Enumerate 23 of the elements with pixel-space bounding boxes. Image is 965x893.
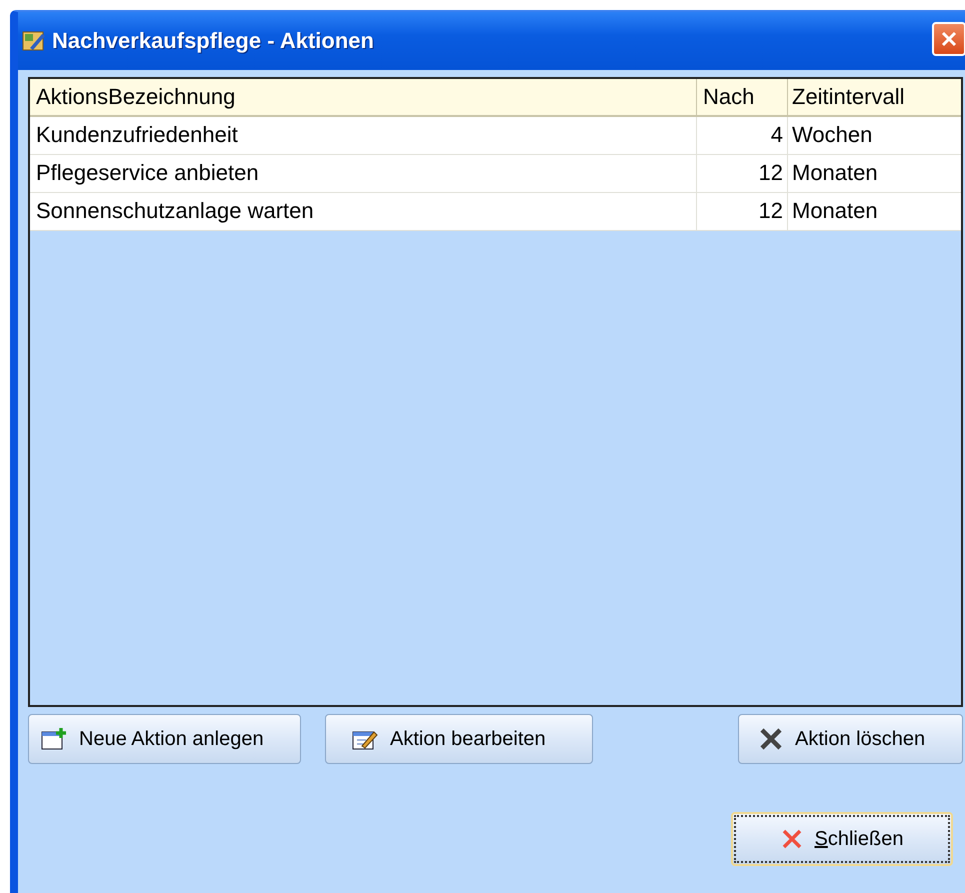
close-icon (780, 828, 803, 850)
delete-icon (759, 727, 783, 751)
column-header[interactable]: Zeitintervall (788, 79, 961, 117)
table-cell: 12 (697, 155, 788, 193)
window-title: Nachverkaufspflege - Aktionen (52, 28, 374, 54)
folder-plus-icon (41, 727, 67, 751)
table-cell: Kundenzufriedenheit (30, 117, 697, 155)
table-cell: Monaten (788, 155, 961, 193)
table-cell: Monaten (788, 193, 961, 231)
close-button[interactable] (932, 22, 965, 56)
table-cell: Sonnenschutzanlage warten (30, 193, 697, 231)
app-icon (22, 30, 46, 52)
delete-action-button[interactable]: Aktion löschen (738, 714, 963, 764)
table-cell: Pflegeservice anbieten (30, 155, 697, 193)
column-header[interactable]: Nach (697, 79, 788, 117)
table-cell: Wochen (788, 117, 961, 155)
column-header[interactable]: AktionsBezeichnung (30, 79, 697, 117)
edit-action-button[interactable]: Aktion bearbeiten (325, 714, 593, 764)
new-action-button[interactable]: Neue Aktion anlegen (28, 714, 301, 764)
table-cell: 4 (697, 117, 788, 155)
close-dialog-button[interactable]: Schließen (731, 812, 953, 866)
close-icon (939, 29, 959, 49)
table-cell: 12 (697, 193, 788, 231)
